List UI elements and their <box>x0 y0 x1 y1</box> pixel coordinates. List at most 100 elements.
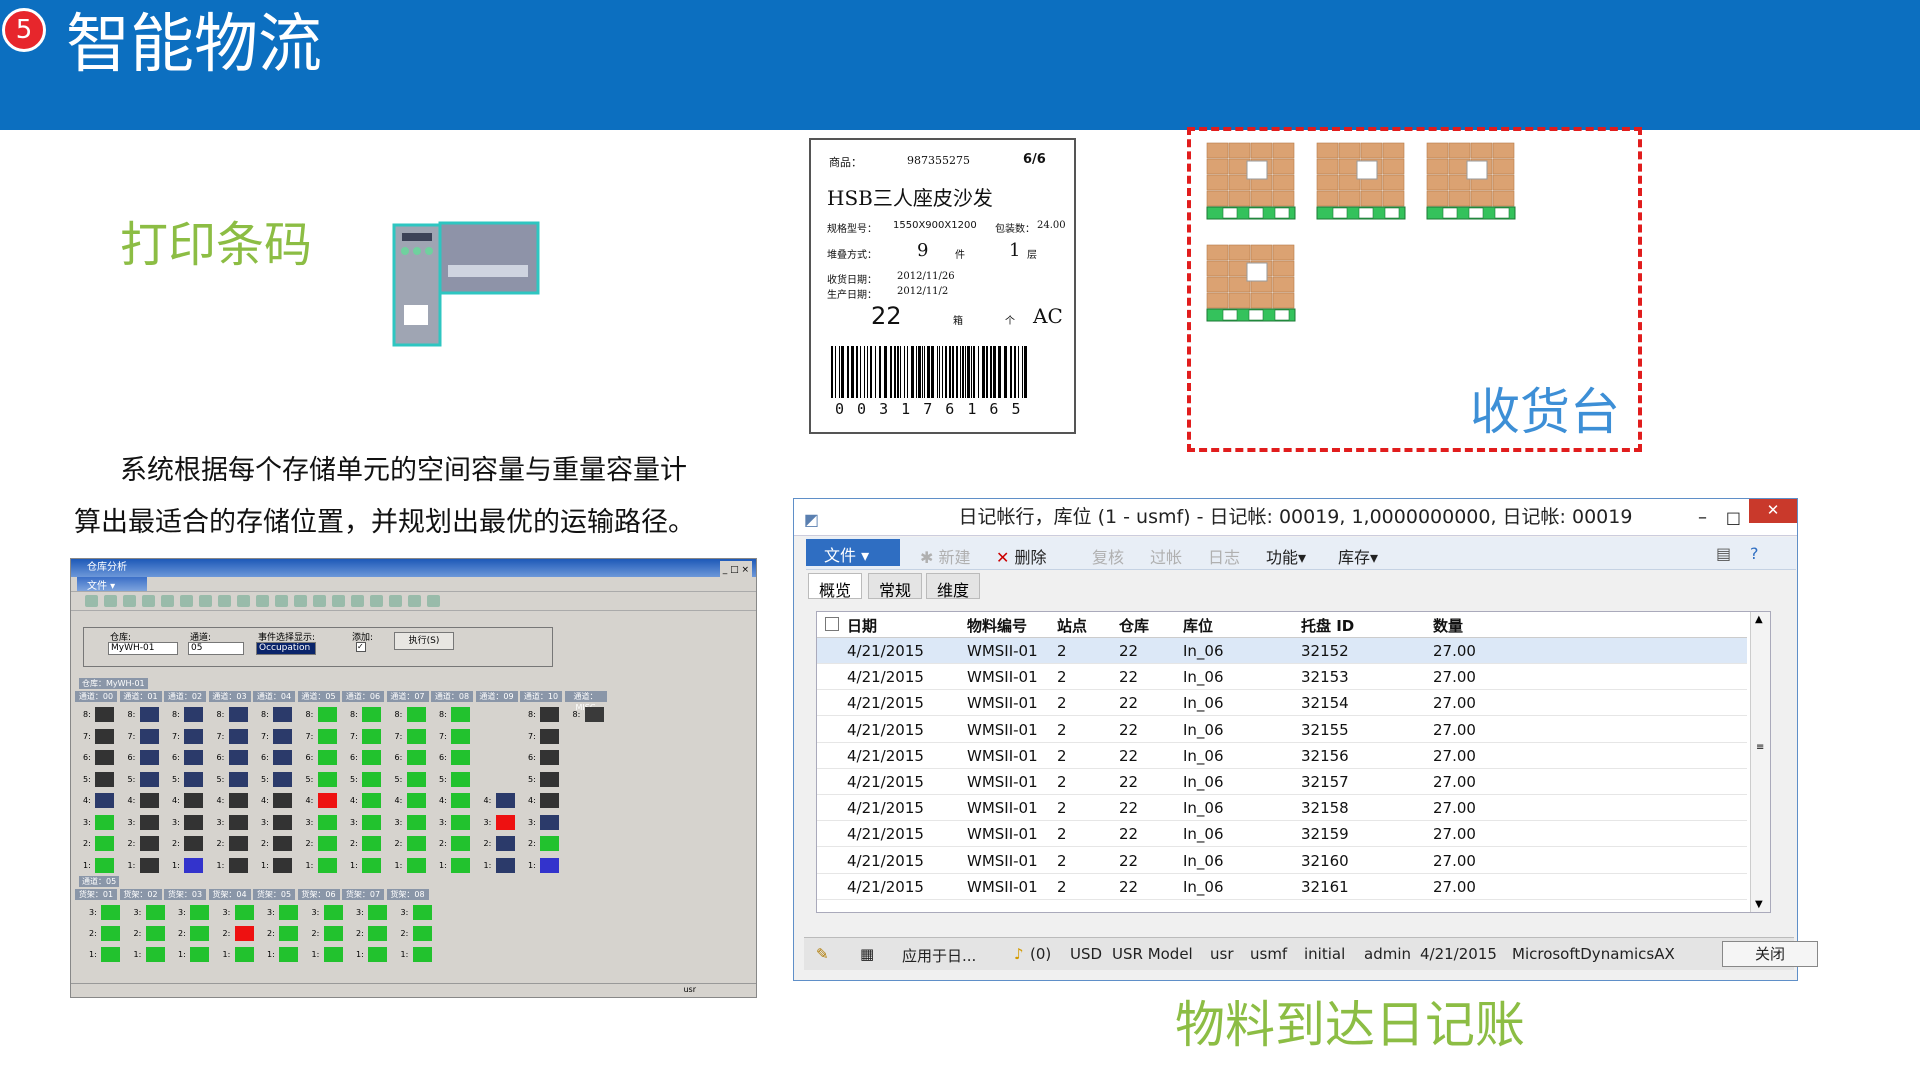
storage-cell[interactable] <box>495 836 515 851</box>
storage-cell[interactable] <box>95 836 114 851</box>
toolbar-next-icon[interactable] <box>332 595 345 607</box>
table-row[interactable]: 4/21/2015 WMSII-01 2 22 In_06 32161 27.00 <box>817 874 1747 900</box>
toolbar-end-icon[interactable] <box>370 595 383 607</box>
storage-cell[interactable] <box>406 793 426 808</box>
table-row[interactable]: 4/21/2015 WMSII-01 2 22 In_06 32152 27.00 <box>817 638 1747 664</box>
rack-header[interactable]: 货架：04 <box>208 889 251 900</box>
table-row[interactable]: 4/21/2015 WMSII-01 2 22 In_06 32157 27.00 <box>817 769 1747 795</box>
storage-cell[interactable] <box>273 857 292 873</box>
warehouse-select[interactable]: MyWH-01 <box>108 642 178 655</box>
delete-button[interactable]: ✕ 删除 <box>996 544 1047 568</box>
storage-cell[interactable] <box>95 728 114 744</box>
storage-cell[interactable] <box>540 707 559 722</box>
table-row[interactable]: 4/21/2015 WMSII-01 2 22 In_06 32160 27.00 <box>817 848 1747 874</box>
storage-cell[interactable] <box>317 857 337 873</box>
rack-cell[interactable] <box>190 926 209 941</box>
storage-cell[interactable] <box>228 707 248 722</box>
storage-cell[interactable] <box>228 836 248 851</box>
storage-cell[interactable] <box>184 728 203 744</box>
storage-cell[interactable] <box>273 814 292 830</box>
storage-cell[interactable] <box>362 836 381 851</box>
storage-cell[interactable] <box>139 750 159 765</box>
rack-cell[interactable] <box>145 905 165 920</box>
storage-cell[interactable] <box>228 750 248 765</box>
help-icon[interactable]: ? <box>1750 544 1759 563</box>
storage-cell[interactable] <box>139 728 159 744</box>
storage-cell[interactable] <box>451 793 470 808</box>
storage-cell[interactable] <box>406 750 426 765</box>
storage-cell[interactable] <box>139 836 159 851</box>
storage-cell[interactable] <box>228 771 248 787</box>
run-button[interactable]: 执行(S) <box>394 632 454 650</box>
tab-item[interactable]: 维度 <box>926 573 981 600</box>
rack-cell[interactable] <box>279 926 298 941</box>
storage-cell[interactable] <box>139 814 159 830</box>
aisle-input[interactable]: 05 <box>188 642 244 655</box>
storage-cell[interactable] <box>184 836 203 851</box>
rack-cell[interactable] <box>279 905 298 920</box>
storage-cell[interactable] <box>362 750 381 765</box>
storage-cell[interactable] <box>184 750 203 765</box>
storage-cell[interactable] <box>95 771 114 787</box>
review-button[interactable]: 复核 <box>1092 544 1124 568</box>
toolbar-refresh-icon[interactable] <box>180 595 193 607</box>
toolbar-new-icon[interactable] <box>85 595 98 607</box>
rack-header[interactable]: 货架：03 <box>164 889 206 900</box>
status-apply[interactable]: 应用于日... <box>902 945 976 966</box>
column-header[interactable]: 站点 <box>1057 615 1087 636</box>
tab-item[interactable]: 常规 <box>868 573 923 600</box>
toolbar-help-icon[interactable] <box>427 595 440 607</box>
new-button[interactable]: ✱ 新建 <box>920 544 971 568</box>
storage-cell[interactable] <box>228 793 248 808</box>
column-header[interactable]: 物料编号 <box>967 615 1027 636</box>
storage-cell[interactable] <box>540 814 559 830</box>
aisle-header[interactable]: 通道：09 <box>475 691 518 702</box>
aisle-header[interactable]: 通道：07 <box>386 691 429 702</box>
storage-cell[interactable] <box>184 814 203 830</box>
toolbar-copy-icon[interactable] <box>389 595 402 607</box>
storage-cell[interactable] <box>317 750 337 765</box>
storage-cell[interactable] <box>451 707 470 722</box>
storage-cell[interactable] <box>317 728 337 744</box>
aisle-header[interactable]: 通道：08 <box>431 691 473 702</box>
storage-cell[interactable] <box>184 793 203 808</box>
storage-cell[interactable] <box>317 814 337 830</box>
storage-cell[interactable] <box>273 750 292 765</box>
toolbar-first-icon[interactable] <box>275 595 288 607</box>
rack-cell[interactable] <box>368 947 387 962</box>
storage-cell[interactable] <box>495 814 515 830</box>
storage-cell[interactable] <box>95 750 114 765</box>
add-checkbox[interactable]: ✓ <box>356 642 366 652</box>
rack-cell[interactable] <box>101 905 120 920</box>
rack-header[interactable]: 货架：05 <box>253 889 295 900</box>
rack-cell[interactable] <box>190 905 209 920</box>
toolbar-filter2-icon[interactable] <box>218 595 231 607</box>
storage-cell[interactable] <box>317 707 337 722</box>
storage-cell[interactable] <box>406 728 426 744</box>
storage-cell[interactable] <box>139 707 159 722</box>
column-header[interactable]: 日期 <box>847 615 877 636</box>
storage-cell[interactable] <box>451 857 470 873</box>
storage-cell[interactable] <box>228 857 248 873</box>
storage-cell[interactable] <box>362 793 381 808</box>
window-controls-icon[interactable]: _ □ × <box>719 561 752 579</box>
table-row[interactable]: 4/21/2015 WMSII-01 2 22 In_06 32154 27.00 <box>817 690 1747 717</box>
rack-header[interactable]: 货架：08 <box>386 889 429 900</box>
edit-icon[interactable]: ✎ <box>816 945 829 963</box>
log-button[interactable]: 日志 <box>1208 544 1240 568</box>
aisle-header[interactable]: 通道：10 <box>520 691 562 702</box>
toolbar-filter-icon[interactable] <box>199 595 212 607</box>
storage-cell[interactable] <box>495 793 515 808</box>
rack-cell[interactable] <box>101 926 120 941</box>
storage-cell[interactable] <box>540 793 559 808</box>
storage-cell[interactable] <box>95 857 114 873</box>
warehouse-file-menu[interactable]: 文件 ▾ <box>77 577 147 592</box>
rack-cell[interactable] <box>101 947 120 962</box>
rack-cell[interactable] <box>323 905 343 920</box>
aisle-header[interactable]: 通道：01 <box>119 691 162 702</box>
column-header[interactable]: 托盘 ID <box>1301 615 1354 636</box>
storage-cell[interactable] <box>362 728 381 744</box>
storage-cell[interactable] <box>317 793 337 808</box>
toolbar-preview-icon[interactable] <box>161 595 174 607</box>
storage-cell[interactable] <box>406 814 426 830</box>
